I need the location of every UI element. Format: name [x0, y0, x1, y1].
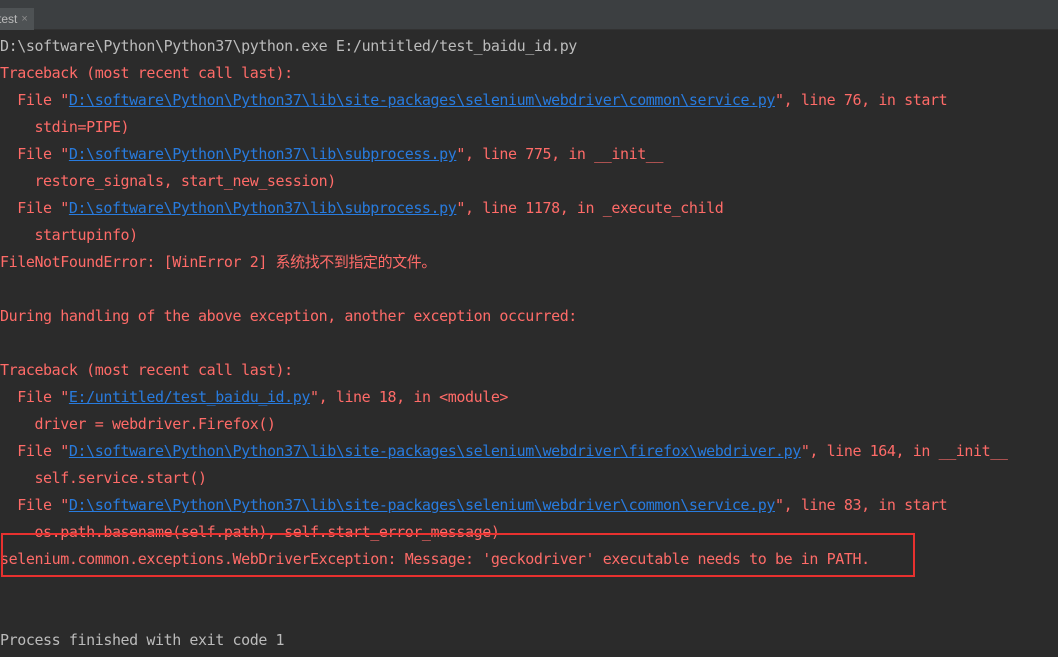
traceback-frame: File "D:\software\Python\Python37\lib\si… — [0, 87, 947, 114]
frame-prefix: File " — [0, 199, 69, 217]
run-tab-bar: test × — [0, 0, 1058, 30]
frame-suffix: ", line 1178, in _execute_child — [456, 199, 724, 217]
traceback-frame: File "D:\software\Python\Python37\lib\su… — [0, 141, 663, 168]
file-link[interactable]: D:\software\Python\Python37\lib\site-pac… — [69, 496, 776, 514]
close-icon[interactable]: × — [21, 13, 27, 25]
frame-prefix: File " — [0, 442, 69, 460]
tab-label: test — [0, 12, 18, 26]
tab-test[interactable]: test × — [0, 8, 34, 30]
frame-suffix: ", line 76, in start — [774, 91, 948, 109]
frame-code: os.path.basename(self.path), self.start_… — [0, 523, 500, 541]
frame-suffix: ", line 83, in start — [774, 496, 948, 514]
frame-suffix: ", line 164, in __init__ — [800, 442, 1008, 460]
file-link[interactable]: D:\software\Python\Python37\lib\subproce… — [69, 145, 457, 163]
traceback-header: Traceback (most recent call last): — [0, 64, 293, 82]
frame-code: startupinfo) — [0, 226, 138, 244]
file-link[interactable]: D:\software\Python\Python37\lib\subproce… — [69, 199, 457, 217]
file-link[interactable]: D:\software\Python\Python37\lib\site-pac… — [69, 91, 776, 109]
file-link[interactable]: E:/untitled/test_baidu_id.py — [69, 388, 311, 406]
traceback-frame: File "D:\software\Python\Python37\lib\su… — [0, 195, 724, 222]
frame-prefix: File " — [0, 388, 69, 406]
file-link[interactable]: D:\software\Python\Python37\lib\site-pac… — [69, 442, 801, 460]
during-handling-message: During handling of the above exception, … — [0, 307, 577, 325]
exit-message: Process finished with exit code 1 — [0, 631, 285, 649]
frame-suffix: ", line 775, in __init__ — [456, 145, 664, 163]
frame-code: stdin=PIPE) — [0, 118, 130, 136]
frame-prefix: File " — [0, 145, 69, 163]
traceback-frame: File "E:/untitled/test_baidu_id.py", lin… — [0, 384, 508, 411]
frame-prefix: File " — [0, 91, 69, 109]
error-message: selenium.common.exceptions.WebDriverExce… — [0, 550, 870, 568]
traceback-frame: File "D:\software\Python\Python37\lib\si… — [0, 492, 947, 519]
frame-code: driver = webdriver.Firefox() — [0, 415, 276, 433]
frame-code: restore_signals, start_new_session) — [0, 172, 336, 190]
traceback-header: Traceback (most recent call last): — [0, 361, 293, 379]
frame-prefix: File " — [0, 496, 69, 514]
frame-code: self.service.start() — [0, 469, 207, 487]
error-message: FileNotFoundError: [WinError 2] 系统找不到指定的… — [0, 253, 436, 271]
command-line: D:\software\Python\Python37\python.exe E… — [0, 37, 577, 55]
frame-suffix: ", line 18, in <module> — [310, 388, 509, 406]
traceback-frame: File "D:\software\Python\Python37\lib\si… — [0, 438, 1008, 465]
